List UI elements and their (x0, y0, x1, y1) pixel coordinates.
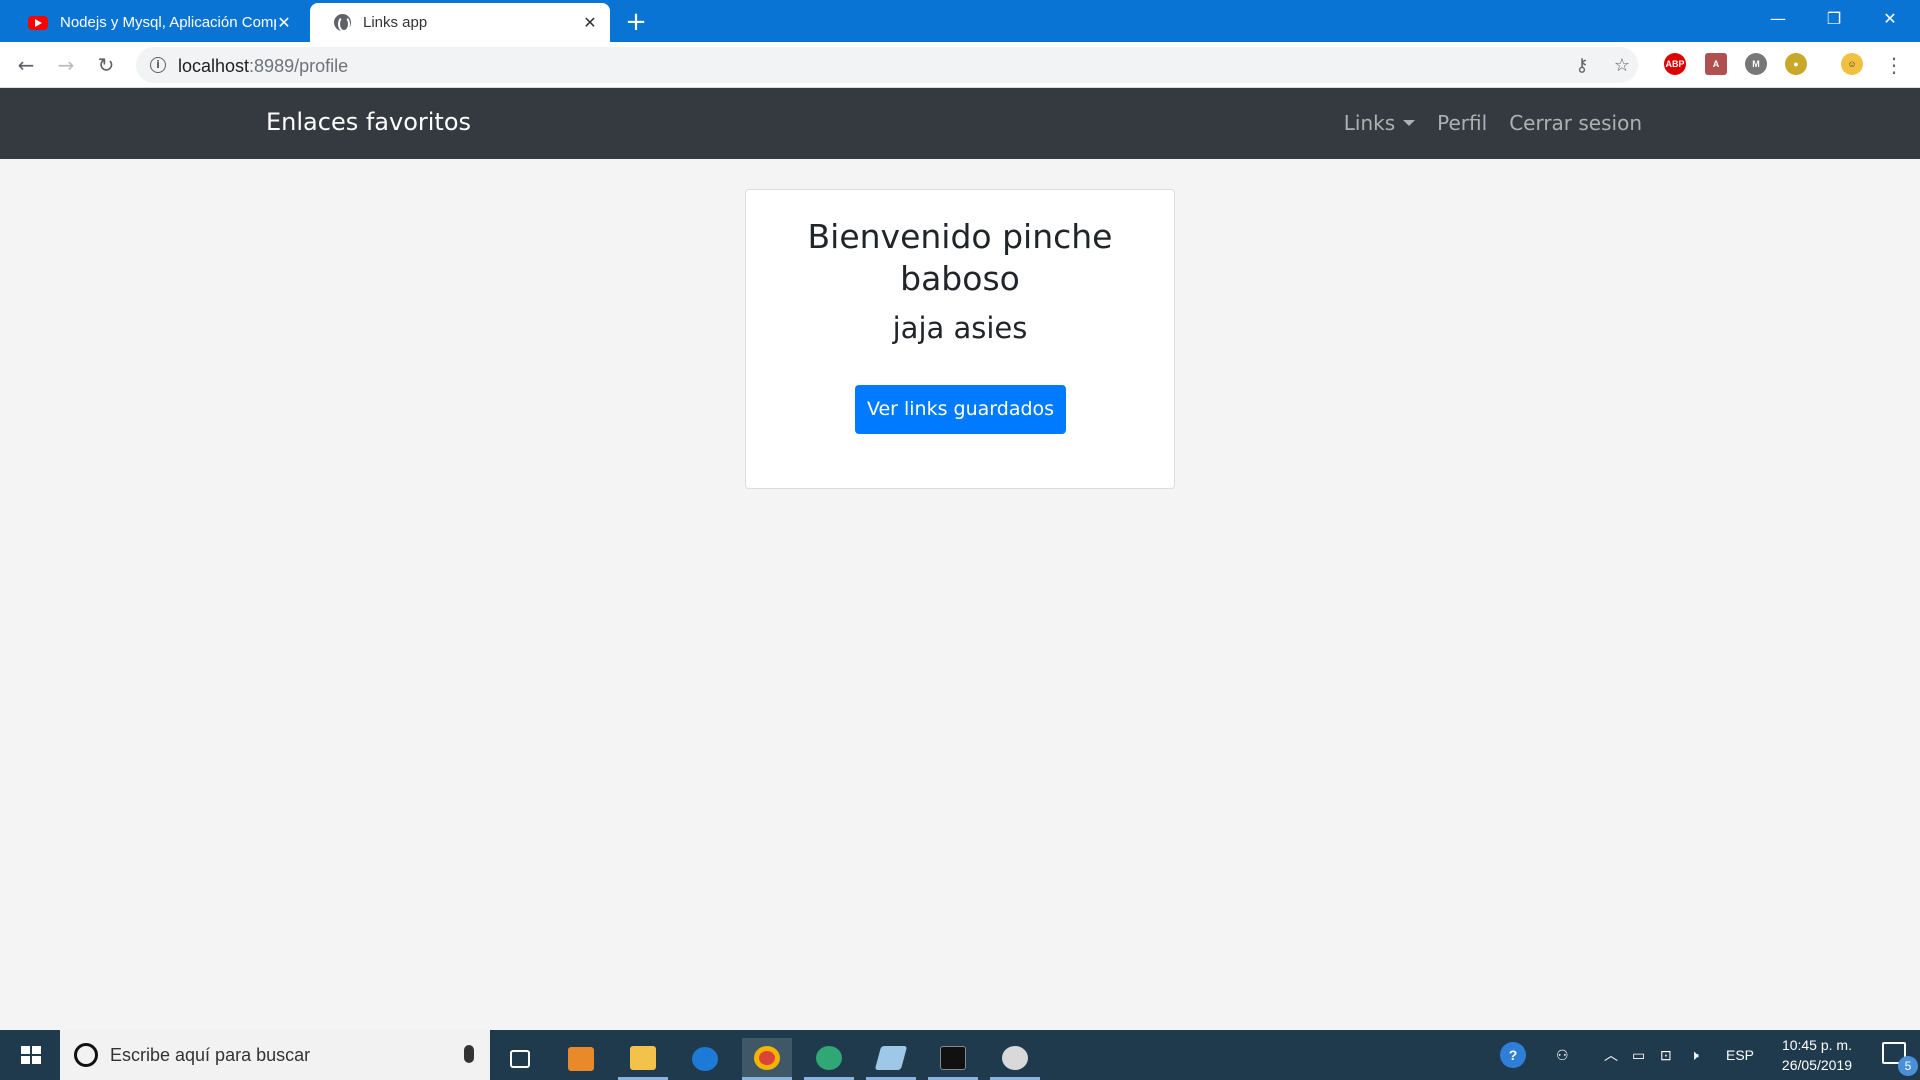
card-title: Bienvenido pinche baboso (807, 217, 1113, 298)
extension-shield-icon[interactable]: ● (1785, 53, 1807, 75)
notification-count-badge: 5 (1898, 1056, 1918, 1076)
nav-link-cerrar-sesion[interactable]: Cerrar sesion (1509, 111, 1642, 135)
back-arrow-icon[interactable]: ← (12, 51, 40, 79)
close-icon[interactable]: ✕ (582, 13, 598, 33)
clock-date: 26/05/2019 (1781, 1057, 1852, 1073)
adblock-icon[interactable]: ABP (1664, 53, 1686, 75)
media-player-icon[interactable] (556, 1038, 606, 1080)
address-bar[interactable]: i localhost:8989/profile ⚷ ☆ (136, 47, 1638, 83)
navbar-links: Links Perfil Cerrar sesion (1344, 111, 1642, 135)
restore-icon[interactable]: ❐ (1806, 0, 1862, 38)
key-icon[interactable]: ⚷ (1571, 55, 1593, 77)
menu-dots-icon[interactable]: ⋮ (1880, 51, 1908, 79)
network-icon[interactable]: ⊡ (1660, 1030, 1672, 1080)
url-path: :8989/profile (249, 56, 349, 76)
chevron-up-icon[interactable]: ︿ (1604, 1030, 1618, 1080)
pdf-icon[interactable]: A (1705, 53, 1727, 75)
url-host: localhost (178, 56, 250, 76)
nav-link-label: Links (1343, 111, 1396, 135)
tab-title: Links app (363, 14, 428, 31)
new-tab-button[interactable]: + (622, 8, 650, 36)
battery-icon[interactable]: ▭ (1632, 1030, 1645, 1080)
navbar-brand[interactable]: Enlaces favoritos (266, 108, 471, 136)
notes-app-icon[interactable] (866, 1038, 916, 1080)
search-placeholder: Escribe aquí para buscar (110, 1045, 311, 1065)
microphone-icon[interactable] (464, 1045, 474, 1063)
avatar[interactable]: ☺ (1841, 53, 1863, 75)
browser-toolbar: ← → ↻ i localhost:8989/profile ⚷ ☆ ABP A… (0, 42, 1920, 88)
globe-icon (334, 14, 351, 32)
url-text: localhost:8989/profile (178, 56, 348, 77)
terminal-icon[interactable] (928, 1038, 978, 1080)
star-icon[interactable]: ☆ (1611, 55, 1633, 77)
cortana-icon (74, 1043, 98, 1067)
taskbar-search-box[interactable]: Escribe aquí para buscar (60, 1030, 490, 1080)
tab-links-app[interactable]: Links app ✕ (310, 3, 610, 42)
language-indicator[interactable]: ESP (1726, 1030, 1754, 1080)
youtube-icon (28, 15, 48, 30)
window-close-icon[interactable]: ✕ (1862, 0, 1918, 38)
forward-arrow-icon[interactable]: → (52, 51, 80, 79)
reload-icon[interactable]: ↻ (92, 51, 120, 79)
extension-m-icon[interactable]: M (1745, 53, 1767, 75)
taskbar-clock[interactable]: 10:45 p. m. 26/05/2019 (1782, 1035, 1852, 1075)
nav-link-perfil[interactable]: Perfil (1437, 111, 1487, 135)
site-navbar: Enlaces favoritos Links Perfil Cerrar se… (0, 88, 1920, 159)
windows-taskbar: Escribe aquí para buscar ? ⚇ ︿ ▭ ⊡ 🕨 ESP… (0, 1030, 1920, 1080)
caret-down-icon (1403, 120, 1416, 126)
tab-title: Nodejs y Mysql, Aplicación Comp (60, 14, 276, 31)
volume-icon[interactable]: 🕨 (1690, 1030, 1699, 1080)
people-icon[interactable]: ⚇ (1556, 1030, 1569, 1080)
profile-card: Bienvenido pinche baboso jaja asies Ver … (745, 189, 1175, 489)
edge-icon[interactable] (680, 1038, 730, 1080)
paint-icon[interactable] (990, 1038, 1040, 1080)
card-subtitle: jaja asies (892, 311, 1028, 345)
task-view-icon[interactable] (495, 1038, 545, 1080)
browser-tab-strip: Nodejs y Mysql, Aplicación Comp ✕ Links … (0, 0, 1920, 42)
help-icon[interactable]: ? (1500, 1030, 1526, 1080)
start-button[interactable] (0, 1030, 60, 1080)
file-explorer-icon[interactable] (618, 1038, 668, 1080)
atom-icon[interactable] (804, 1038, 854, 1080)
view-saved-links-button[interactable]: Ver links guardados (855, 385, 1066, 434)
info-icon[interactable]: i (150, 57, 166, 73)
nav-links-dropdown[interactable]: Links (1343, 111, 1416, 135)
chrome-icon[interactable] (742, 1038, 792, 1080)
close-icon[interactable]: ✕ (276, 13, 292, 33)
clock-time: 10:45 p. m. (1781, 1037, 1852, 1053)
windows-logo-icon (21, 1046, 41, 1064)
tab-youtube[interactable]: Nodejs y Mysql, Aplicación Comp ✕ (4, 3, 304, 42)
minimize-icon[interactable]: — (1750, 0, 1806, 38)
